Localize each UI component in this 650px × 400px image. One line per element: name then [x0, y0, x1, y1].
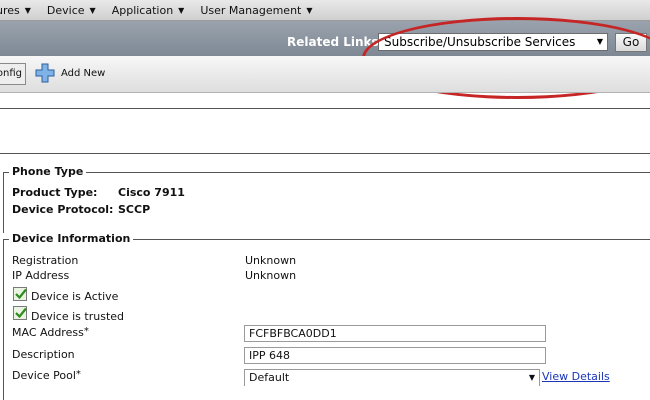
- chevron-down-icon: ▼: [178, 5, 185, 15]
- view-details-link[interactable]: View Details: [542, 370, 610, 383]
- description-label: Description: [12, 348, 75, 361]
- toolbar: onfig Add New: [0, 56, 650, 93]
- add-new-button[interactable]: Add New: [35, 63, 105, 83]
- menu-device[interactable]: Device ▼: [39, 0, 104, 20]
- checkmark-icon: [15, 307, 27, 319]
- required-mark: *: [83, 326, 89, 337]
- product-type-label: Product Type:: [12, 186, 98, 199]
- chevron-down-icon: ▼: [24, 5, 31, 15]
- menu-features[interactable]: ures ▼: [0, 0, 39, 20]
- related-links-select[interactable]: Subscribe/Unsubscribe Services ▼: [378, 33, 608, 51]
- related-links-label: Related Links:: [287, 35, 384, 49]
- device-protocol-label: Device Protocol:: [12, 203, 114, 216]
- device-pool-text: Device Pool: [12, 369, 76, 382]
- device-information-legend: Device Information: [9, 232, 134, 245]
- mac-address-text: MAC Address: [12, 326, 84, 339]
- menu-label: Device: [46, 3, 85, 17]
- go-button[interactable]: Go: [615, 33, 647, 52]
- device-trusted-label: Device is trusted: [31, 310, 125, 323]
- registration-value: Unknown: [245, 254, 297, 267]
- related-links-bar: Related Links: Subscribe/Unsubscribe Ser…: [0, 21, 650, 56]
- menu-application[interactable]: Application ▼: [104, 0, 193, 20]
- device-trusted-checkbox[interactable]: [13, 306, 27, 320]
- ip-address-value: Unknown: [245, 269, 297, 282]
- chevron-down-icon: ▼: [306, 5, 313, 15]
- phone-type-legend: Phone Type: [9, 165, 87, 178]
- menu-user-management[interactable]: User Management ▼: [192, 0, 320, 20]
- config-button[interactable]: onfig: [0, 63, 26, 85]
- ip-address-label: IP Address: [12, 269, 70, 282]
- required-mark: *: [75, 369, 81, 380]
- add-plus-icon: [35, 63, 55, 83]
- main-menu-bar: ures ▼ Device ▼ Application ▼ User Manageme…: [0, 0, 650, 21]
- dropdown-arrow-icon: ▼: [528, 373, 535, 382]
- chevron-down-icon: ▼: [89, 5, 96, 15]
- device-active-label: Device is Active: [31, 290, 119, 303]
- device-pool-value: Default: [249, 371, 290, 384]
- divider: [0, 108, 650, 109]
- device-pool-label: Device Pool*: [12, 369, 81, 382]
- device-pool-select[interactable]: Default ▼: [244, 369, 540, 386]
- device-active-checkbox[interactable]: [13, 287, 27, 301]
- mac-address-label: MAC Address*: [12, 326, 89, 339]
- divider: [0, 153, 650, 154]
- registration-label: Registration: [12, 254, 79, 267]
- menu-label: ures: [0, 3, 20, 17]
- device-protocol-value: SCCP: [118, 203, 151, 216]
- dropdown-arrow-icon: ▼: [596, 37, 603, 46]
- product-type-value: Cisco 7911: [118, 186, 185, 199]
- description-input[interactable]: IPP 648: [244, 347, 546, 364]
- mac-address-input[interactable]: FCFBFBCA0DD1: [244, 325, 546, 342]
- menu-label: User Management: [200, 3, 302, 17]
- checkmark-icon: [15, 288, 27, 300]
- add-new-label: Add New: [61, 67, 106, 79]
- menu-label: Application: [111, 3, 174, 17]
- related-links-selected: Subscribe/Unsubscribe Services: [384, 35, 576, 49]
